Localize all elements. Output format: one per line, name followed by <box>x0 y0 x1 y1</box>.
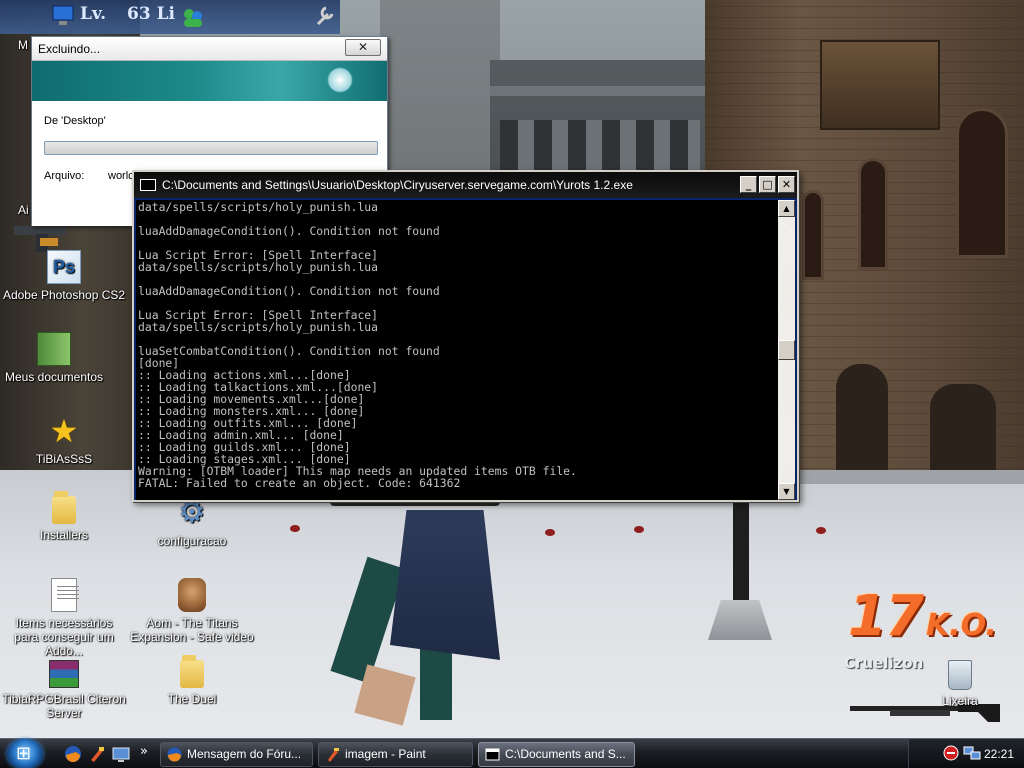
task-label: Mensagem do Fóru... <box>187 747 302 761</box>
paint-icon <box>328 748 339 762</box>
desktop-icon-items-document[interactable]: Items necessários para conseguir um Addo… <box>2 578 126 658</box>
wallpaper-balcony <box>820 40 940 130</box>
folder-icon <box>52 491 76 524</box>
wallpaper-arched-window <box>802 190 824 280</box>
quicklaunch-overflow[interactable]: » <box>140 744 148 759</box>
desktop-icon-label: TiBiAsSsS <box>35 452 93 466</box>
firefox-icon[interactable] <box>64 745 82 763</box>
wallpaper-flower <box>816 527 826 534</box>
desktop-icon-photoshop[interactable]: Ps Adobe Photoshop CS2 <box>2 250 126 302</box>
task-label: imagem - Paint <box>345 747 426 761</box>
wallpaper-flower <box>634 526 644 533</box>
documents-folder-icon <box>37 332 71 366</box>
taskbar-clock[interactable]: 22:21 <box>984 747 1014 761</box>
wallpaper-character-skirt <box>390 510 500 660</box>
task-forum-message[interactable]: Mensagem do Fóru... <box>160 742 313 767</box>
dialog-titlebar[interactable]: Excluindo... <box>32 37 387 61</box>
paint-brush-icon[interactable] <box>88 745 106 763</box>
start-button[interactable] <box>7 739 43 768</box>
console-line: luaAddDamageCondition(). Condition not f… <box>138 224 440 238</box>
desktop-icon-installers[interactable]: Installers <box>2 491 126 542</box>
scroll-down-button[interactable]: ▼ <box>778 483 795 500</box>
desktop-icon-label: Installers <box>39 528 89 542</box>
security-alert-icon[interactable] <box>943 745 959 761</box>
dialog-banner <box>32 61 387 101</box>
desktop-icon-label: TibiaRPGBrasil Citeron Server <box>2 692 126 720</box>
desktop-icon-label: Ai <box>18 203 29 217</box>
star-icon: ★ <box>49 413 79 449</box>
console-line: luaSetCombatCondition(). Condition not f… <box>138 344 440 358</box>
desktop-icon-label: configuracao <box>157 534 227 548</box>
ko-number: 17 <box>848 584 924 649</box>
hud-level-label: Lv. <box>80 4 107 24</box>
ko-text: K.O. <box>925 608 997 643</box>
desktop-icon-tibiarpgbrasil[interactable]: TibiaRPGBrasil Citeron Server <box>2 660 126 720</box>
console-window-icon <box>140 179 156 191</box>
delete-progress-bar <box>44 141 378 155</box>
aom-game-icon <box>178 578 206 612</box>
file-name: worlc <box>108 170 134 182</box>
winrar-archive-icon <box>49 660 79 688</box>
wallpaper-flower <box>545 529 555 536</box>
console-output[interactable]: data/spells/scripts/holy_punish.lua luaAd… <box>136 200 779 500</box>
desktop-icon-the-duel[interactable]: The Duel <box>130 655 254 706</box>
scroll-up-button[interactable]: ▲ <box>778 200 795 217</box>
messenger-icon <box>184 9 202 27</box>
desktop-icon-aom[interactable]: Aom - The Titans Expansion - Safe video <box>130 578 254 644</box>
wallpaper-flower <box>290 525 300 532</box>
hud-level-value: 63 Li <box>127 4 175 24</box>
desktop-icon-label: Meus documentos <box>4 370 104 384</box>
console-line: FATAL: Failed to create an object. Code:… <box>138 476 461 490</box>
console-scrollbar[interactable]: ▲ ▼ <box>778 200 795 500</box>
close-button[interactable]: ✕ <box>345 39 381 56</box>
scrollbar-thumb[interactable] <box>778 340 795 360</box>
wrench-icon <box>316 6 334 26</box>
task-paint[interactable]: imagem - Paint <box>318 742 473 767</box>
desktop-icon-label: Items necessários para conseguir um Addo… <box>14 616 114 658</box>
recycle-animation-icon <box>327 67 353 93</box>
task-console[interactable]: C:\Documents and S... <box>478 742 635 767</box>
firefox-icon <box>167 747 182 762</box>
desktop-icon-recycle-bin[interactable]: Lixeira <box>898 660 1022 708</box>
desktop-icon-label: M <box>18 38 28 52</box>
recycle-bin-icon <box>948 660 972 690</box>
file-label: Arquivo: <box>44 170 85 182</box>
dialog-title: Excluindo... <box>38 41 101 56</box>
computer-icon <box>52 5 74 25</box>
wallpaper-arched-window <box>858 158 888 270</box>
network-icon[interactable] <box>963 745 981 761</box>
desktop-icon-label: Lixeira <box>942 694 978 708</box>
window-controls: _ □ ✕ <box>740 176 795 193</box>
wallpaper-roof-line <box>490 86 720 96</box>
folder-icon <box>180 655 204 688</box>
console-line: data/spells/scripts/holy_punish.lua <box>138 200 379 214</box>
wallpaper-arched-window <box>956 108 1008 258</box>
desktop-icon-label: The Duel <box>167 692 217 706</box>
console-titlebar[interactable]: C:\Documents and Settings\Usuario\Deskto… <box>134 172 797 198</box>
close-button[interactable]: ✕ <box>778 176 795 193</box>
photoshop-icon: Ps <box>47 250 81 284</box>
console-title: C:\Documents and Settings\Usuario\Deskto… <box>162 178 633 192</box>
maximize-button[interactable]: □ <box>759 176 776 193</box>
minimize-button[interactable]: _ <box>740 176 757 193</box>
show-desktop-icon[interactable] <box>112 745 130 763</box>
task-label: C:\Documents and S... <box>505 747 626 761</box>
console-line: data/spells/scripts/holy_punish.lua <box>138 260 379 274</box>
desktop-icon-configuracao[interactable]: ⚙ configuracao <box>130 496 254 548</box>
source-location-text: De 'Desktop' <box>44 115 106 127</box>
console-line: luaAddDamageCondition(). Condition not f… <box>138 284 440 298</box>
text-document-icon <box>51 578 79 612</box>
console-window: C:\Documents and Settings\Usuario\Deskto… <box>132 170 799 502</box>
taskbar: » Mensagem do Fóru... imagem - Paint C:\… <box>0 738 1024 768</box>
console-icon <box>485 748 500 761</box>
desktop-icon-label: Adobe Photoshop CS2 <box>2 288 126 302</box>
console-line: data/spells/scripts/holy_punish.lua <box>138 320 379 334</box>
desktop-icon-label: Aom - The Titans Expansion - Safe video <box>130 616 254 644</box>
ko-counter: 17 K.O. <box>848 584 997 649</box>
desktop-icon-tibiassss[interactable]: ★ TiBiAsSsS <box>2 414 126 466</box>
desktop-icon-my-documents[interactable]: Meus documentos <box>0 332 116 384</box>
